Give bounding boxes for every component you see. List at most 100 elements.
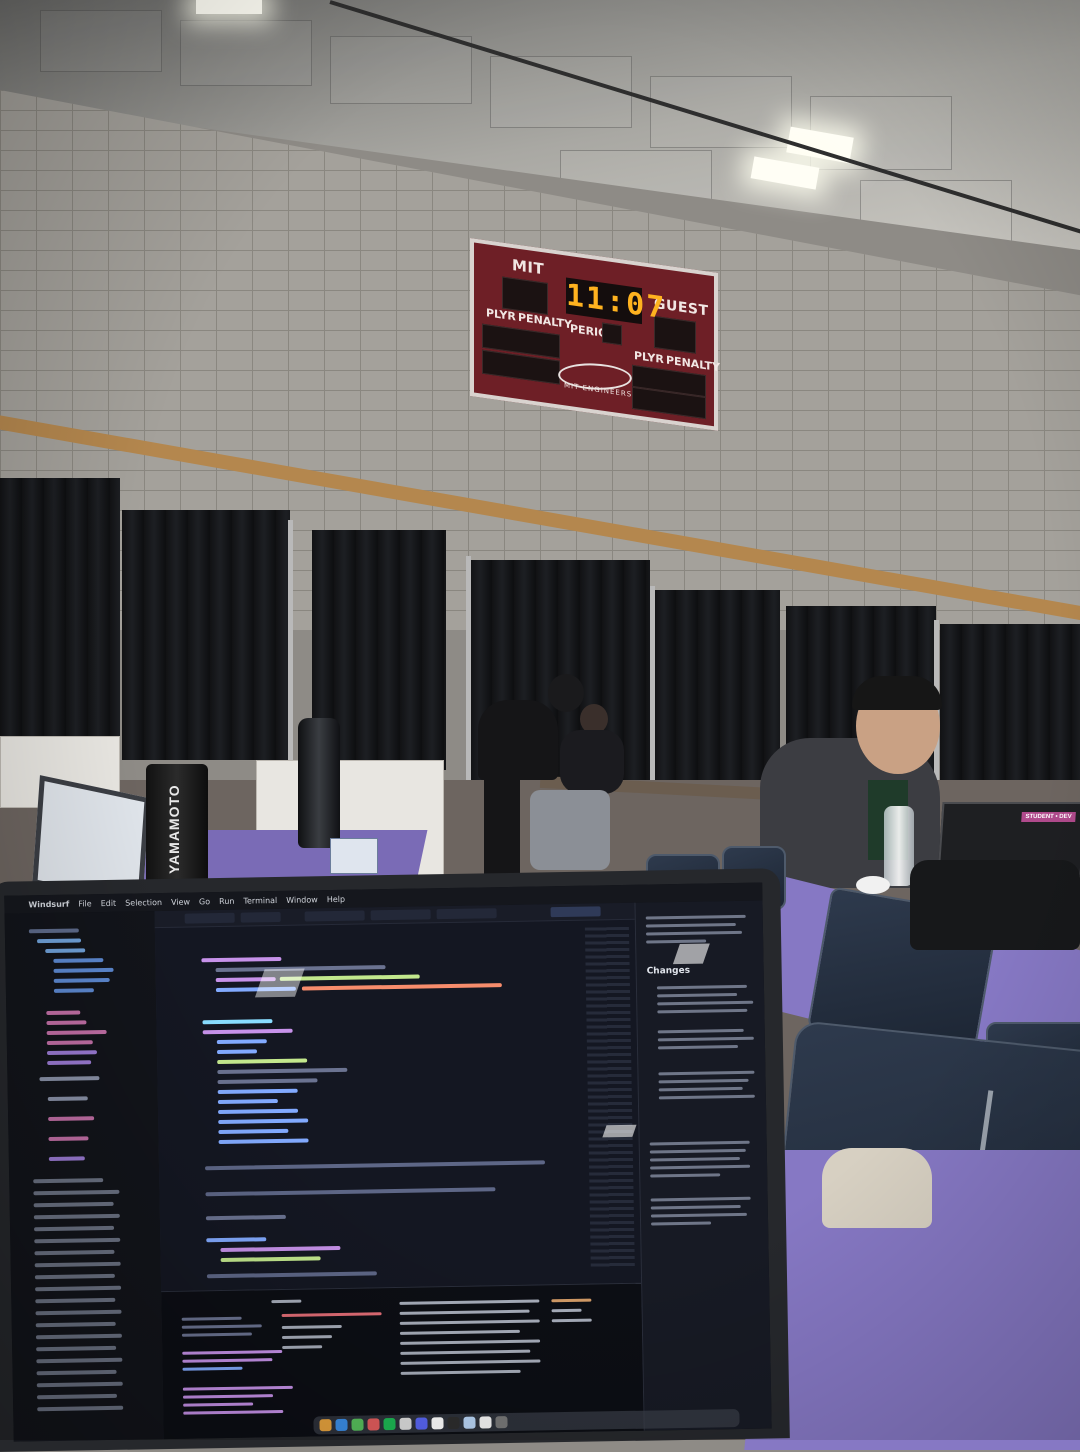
menu-view[interactable]: View: [171, 897, 190, 906]
ceiling-tile: [330, 36, 472, 104]
explorer-row[interactable]: [35, 1333, 122, 1340]
dock-app-icon[interactable]: [383, 1418, 396, 1431]
code-line: [216, 1039, 267, 1045]
black-backpack: [910, 860, 1080, 950]
explorer-row[interactable]: [45, 948, 86, 954]
explorer-row[interactable]: [33, 1213, 120, 1220]
explorer-row[interactable]: [46, 1020, 87, 1026]
explorer-row[interactable]: [36, 1345, 117, 1352]
explorer-row[interactable]: [46, 1010, 81, 1016]
file-explorer-sidebar: [4, 911, 165, 1442]
code-line: [217, 1078, 318, 1085]
explorer-row[interactable]: [48, 1156, 85, 1162]
editor-tab-active[interactable]: [550, 906, 601, 918]
assistant-text-line: [651, 1221, 712, 1226]
explorer-row[interactable]: [36, 1381, 123, 1388]
assistant-text-line: [649, 1140, 750, 1146]
menubar-app-name[interactable]: Windsurf: [28, 899, 69, 909]
explorer-row[interactable]: [36, 1369, 117, 1376]
explorer-row[interactable]: [33, 1189, 120, 1196]
dock-app-icon[interactable]: [399, 1417, 412, 1430]
menu-file[interactable]: File: [78, 899, 92, 908]
explorer-row[interactable]: [34, 1261, 121, 1268]
explorer-row[interactable]: [37, 1405, 124, 1412]
explorer-row[interactable]: [53, 958, 104, 963]
water-bottle-black: [298, 718, 340, 848]
code-line: [206, 1271, 377, 1279]
explorer-row[interactable]: [34, 1273, 115, 1280]
code-line: [218, 1118, 309, 1125]
explorer-row[interactable]: [47, 1060, 92, 1066]
explorer-row[interactable]: [46, 1029, 107, 1036]
assistant-text-line: [657, 992, 738, 998]
terminal-line: [182, 1349, 283, 1355]
terminal-line: [282, 1345, 323, 1349]
dock-app-icon[interactable]: [463, 1416, 476, 1429]
code-line: [201, 956, 282, 963]
explorer-row[interactable]: [36, 1357, 123, 1364]
curtain-pole: [466, 556, 471, 786]
explorer-row[interactable]: [34, 1237, 121, 1244]
assistant-text-line: [650, 1204, 741, 1210]
editor-tab[interactable]: [184, 912, 235, 924]
terminal-line: [551, 1308, 582, 1313]
terminal-line: [399, 1299, 540, 1305]
assistant-text-line: [645, 930, 743, 936]
dock-app-icon[interactable]: [351, 1418, 364, 1431]
terminal-line: [181, 1324, 262, 1329]
menu-help[interactable]: Help: [327, 894, 345, 903]
explorer-row[interactable]: [34, 1249, 115, 1256]
explorer-row[interactable]: [53, 988, 94, 993]
explorer-row[interactable]: [46, 1040, 93, 1046]
terminal-line: [182, 1394, 274, 1399]
explorer-row[interactable]: [36, 1393, 118, 1400]
menu-window[interactable]: Window: [286, 895, 318, 905]
editor-tab[interactable]: [436, 908, 497, 920]
explorer-row[interactable]: [37, 938, 82, 944]
person-seated-body: [560, 730, 624, 794]
menu-edit[interactable]: Edit: [101, 898, 117, 907]
editor-tab[interactable]: [370, 909, 431, 921]
explorer-row[interactable]: [33, 1178, 104, 1184]
dock-app-icon[interactable]: [495, 1416, 508, 1429]
explorer-row[interactable]: [35, 1285, 122, 1292]
explorer-row[interactable]: [33, 1201, 114, 1208]
beige-bag: [822, 1148, 932, 1228]
editor-minimap[interactable]: [584, 926, 635, 1268]
explorer-row[interactable]: [35, 1297, 116, 1304]
explorer-row[interactable]: [48, 1116, 95, 1122]
terminal-tab[interactable]: [271, 1299, 302, 1304]
explorer-row[interactable]: [34, 1225, 115, 1232]
dock-app-icon[interactable]: [447, 1416, 460, 1430]
assistant-text-line: [645, 922, 736, 928]
code-editor[interactable]: [154, 902, 642, 1292]
explorer-row[interactable]: [53, 967, 114, 973]
assistant-text-line: [657, 1044, 739, 1050]
dock-app-icon[interactable]: [431, 1417, 444, 1430]
explorer-row[interactable]: [35, 1309, 122, 1316]
person-standing-head: [548, 674, 584, 712]
ai-assistant-panel[interactable]: Changes: [634, 900, 772, 1431]
editor-tab[interactable]: [240, 911, 281, 923]
assistant-text-line: [650, 1164, 751, 1170]
menu-selection[interactable]: Selection: [125, 898, 162, 908]
explorer-row[interactable]: [48, 1136, 89, 1142]
menu-run[interactable]: Run: [219, 896, 234, 905]
dock-app-icon[interactable]: [415, 1417, 428, 1430]
explorer-row[interactable]: [47, 1096, 88, 1102]
explorer-row[interactable]: [53, 977, 110, 983]
explorer-row[interactable]: [35, 1321, 116, 1328]
dock-app-icon[interactable]: [367, 1418, 380, 1431]
scoreboard-home-label: MIT: [512, 255, 545, 279]
dock-app-icon[interactable]: [335, 1418, 348, 1432]
editor-tab[interactable]: [304, 910, 365, 922]
dock-app-icon[interactable]: [479, 1416, 492, 1429]
left-plyr-label: PLYR: [486, 306, 516, 324]
tumbler-brand: YAMAMOTO: [166, 784, 182, 874]
dock-app-icon[interactable]: [319, 1419, 332, 1432]
explorer-row[interactable]: [46, 1050, 98, 1056]
explorer-row[interactable]: [39, 1076, 100, 1082]
explorer-row[interactable]: [28, 928, 79, 934]
menu-go[interactable]: Go: [199, 897, 210, 906]
menu-terminal[interactable]: Terminal: [243, 895, 277, 905]
